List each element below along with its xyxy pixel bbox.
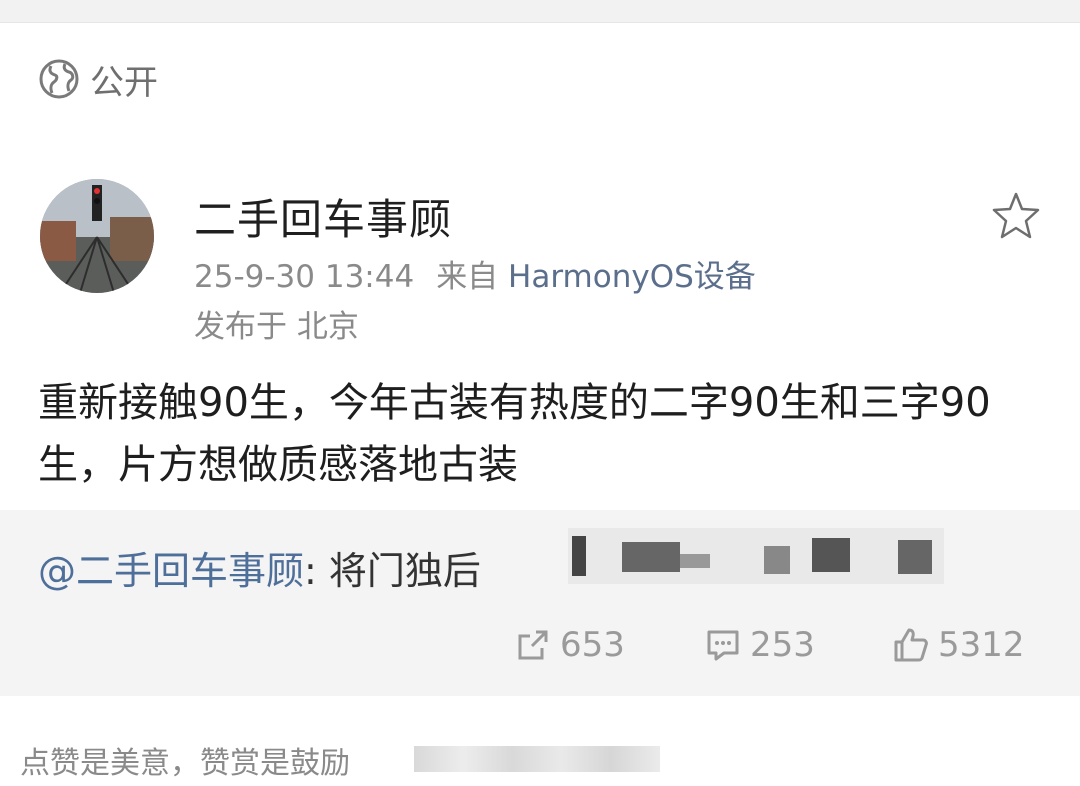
like-stat[interactable]: 5312 (892, 620, 1025, 670)
globe-icon (39, 59, 79, 99)
comment-stat[interactable]: 253 (704, 620, 815, 670)
source-prefix: 来自 (436, 259, 499, 295)
source-device[interactable]: HarmonyOS设备 (508, 259, 756, 295)
avatar[interactable] (40, 179, 154, 293)
star-icon[interactable] (990, 190, 1042, 242)
share-count: 653 (560, 625, 625, 665)
thumbs-up-icon (894, 628, 928, 662)
visibility-indicator[interactable]: 公开 (38, 57, 158, 103)
share-stat[interactable]: 653 (514, 620, 625, 670)
like-count: 5312 (938, 625, 1025, 665)
repost-mention[interactable]: @二手回车事顾 (38, 549, 304, 593)
repost-text: @二手回车事顾: 将门独后 (38, 540, 481, 595)
visibility-label: 公开 (90, 62, 158, 103)
top-strip (0, 0, 1080, 23)
post-location: 发布于 北京 (194, 309, 359, 345)
comment-count: 253 (750, 625, 815, 665)
repost-body: : 将门独后 (304, 549, 481, 593)
redacted-text (568, 528, 944, 584)
post-meta: 25-9-30 13:44 来自 HarmonyOS设备 (194, 251, 756, 296)
post-timestamp: 25-9-30 13:44 (194, 259, 415, 295)
avatar-image (40, 179, 154, 293)
post-content: 重新接触90生，今年古装有热度的二字90生和三字90生，片方想做质感落地古装 (38, 380, 991, 488)
share-icon (518, 630, 548, 660)
repost-card[interactable]: @二手回车事顾: 将门独后 653 253 5312 (0, 510, 1080, 696)
reward-prompt: 点赞是美意，赞赏是鼓励 (20, 746, 350, 781)
username[interactable]: 二手回车事顾 (194, 186, 452, 247)
comment-icon (707, 630, 739, 661)
redacted-footer (414, 746, 660, 772)
